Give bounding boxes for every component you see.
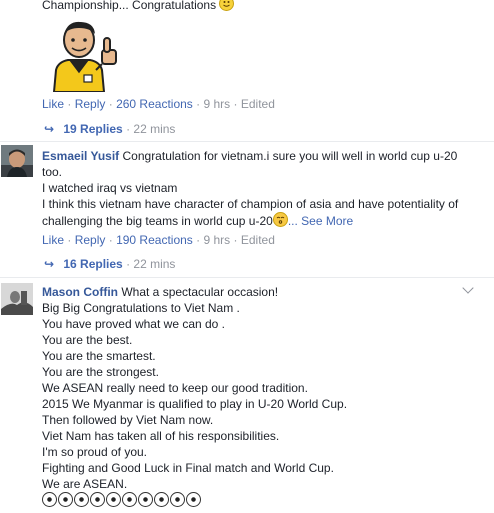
comment-text-line: We are ASEAN. — [42, 477, 128, 491]
reply-link[interactable]: Reply — [75, 97, 106, 111]
reply-arrow-icon: ↪ — [44, 257, 55, 271]
soccer-ball-icon — [58, 492, 73, 507]
reply-arrow-icon: ↪ — [44, 122, 55, 136]
comment-time[interactable]: 9 hrs — [203, 97, 230, 111]
view-replies-link[interactable]: 16 Replies — [63, 257, 122, 271]
divider — [0, 141, 494, 142]
edited-label[interactable]: Edited — [241, 233, 275, 247]
chevron-down-icon[interactable] — [462, 282, 474, 294]
avatar[interactable] — [1, 145, 33, 177]
comment-text-line: I'm so proud of you. — [42, 445, 148, 459]
comment-text-line: Then followed by Viet Nam now. — [42, 413, 214, 427]
comment-text-line: What a spectacular occasion! — [121, 285, 279, 299]
comment-text-line: I think this vietnam have character of c… — [42, 197, 459, 211]
comment-actions: Like · Reply · 190 Reactions · 9 hrs · E… — [42, 233, 275, 247]
divider — [0, 277, 494, 278]
like-link[interactable]: Like — [42, 97, 64, 111]
replies-row: ↪ 19 Replies · 22 mins — [44, 122, 176, 136]
comment-text-line: Big Big Congratulations to Viet Nam . — [42, 301, 240, 315]
smile-emoji-icon — [219, 0, 235, 11]
avatar[interactable] — [1, 283, 33, 315]
comment-text-line: You have proved what we can do . — [42, 317, 226, 331]
comment-author[interactable]: Mason Coffin — [42, 285, 118, 299]
comment-text-line: 2015 We Myanmar is qualified to play in … — [42, 397, 348, 411]
reactions-link[interactable]: 260 Reactions — [116, 97, 193, 111]
comment-actions: Like · Reply · 260 Reactions · 9 hrs · E… — [42, 97, 275, 111]
replies-time: 22 mins — [133, 122, 176, 136]
soccer-ball-icon — [106, 492, 121, 507]
edited-label[interactable]: Edited — [241, 97, 275, 111]
soccer-ball-icon — [122, 492, 137, 507]
comment-text-line: challenging the big teams in world cup u… — [42, 214, 273, 228]
comment-text-line: You are the smartest. — [42, 349, 156, 363]
see-more-link[interactable]: ... See More — [288, 214, 353, 228]
comment-text-line: Congratulation for vietnam.i sure you wi… — [122, 149, 458, 163]
comment-text-line: I watched iraq vs vietnam — [42, 181, 178, 195]
comment-text-line: Fighting and Good Luck in Final match an… — [42, 461, 334, 475]
reactions-link[interactable]: 190 Reactions — [116, 233, 193, 247]
comment-text-line: Viet Nam has taken all of his responsibi… — [42, 429, 280, 443]
soccer-ball-icon — [74, 492, 89, 507]
soccer-ball-icon — [42, 492, 57, 507]
comment-text: Championship... Congratulations — [42, 0, 235, 13]
comment-text-line: too. — [42, 165, 63, 179]
soccer-ball-icon — [154, 492, 169, 507]
comment-text-line: We ASEAN really need to keep our good tr… — [42, 381, 308, 395]
replies-row: ↪ 16 Replies · 22 mins — [44, 257, 176, 271]
like-link[interactable]: Like — [42, 233, 64, 247]
referee-thumbs-up-sticker — [44, 20, 120, 93]
comment-text-line: You are the best. — [42, 333, 133, 347]
view-replies-link[interactable]: 19 Replies — [63, 122, 122, 136]
soccer-ball-icon — [90, 492, 105, 507]
soccer-ball-emoji-row — [42, 492, 347, 509]
reply-link[interactable]: Reply — [75, 233, 106, 247]
soccer-ball-icon — [170, 492, 185, 507]
comment-time[interactable]: 9 hrs — [203, 233, 230, 247]
comment-text-line: You are the strongest. — [42, 365, 159, 379]
comment-body: Esmaeil Yusif Congratulation for vietnam… — [42, 148, 458, 229]
comment-text-line: Championship... Congratulations — [42, 0, 217, 12]
replies-time: 22 mins — [133, 257, 176, 271]
comment-author[interactable]: Esmaeil Yusif — [42, 149, 119, 163]
comment-body: Mason Coffin What a spectacular occasion… — [42, 284, 347, 509]
kissing-emoji-icon — [272, 212, 288, 227]
soccer-ball-icon — [138, 492, 153, 507]
soccer-ball-icon — [186, 492, 201, 507]
